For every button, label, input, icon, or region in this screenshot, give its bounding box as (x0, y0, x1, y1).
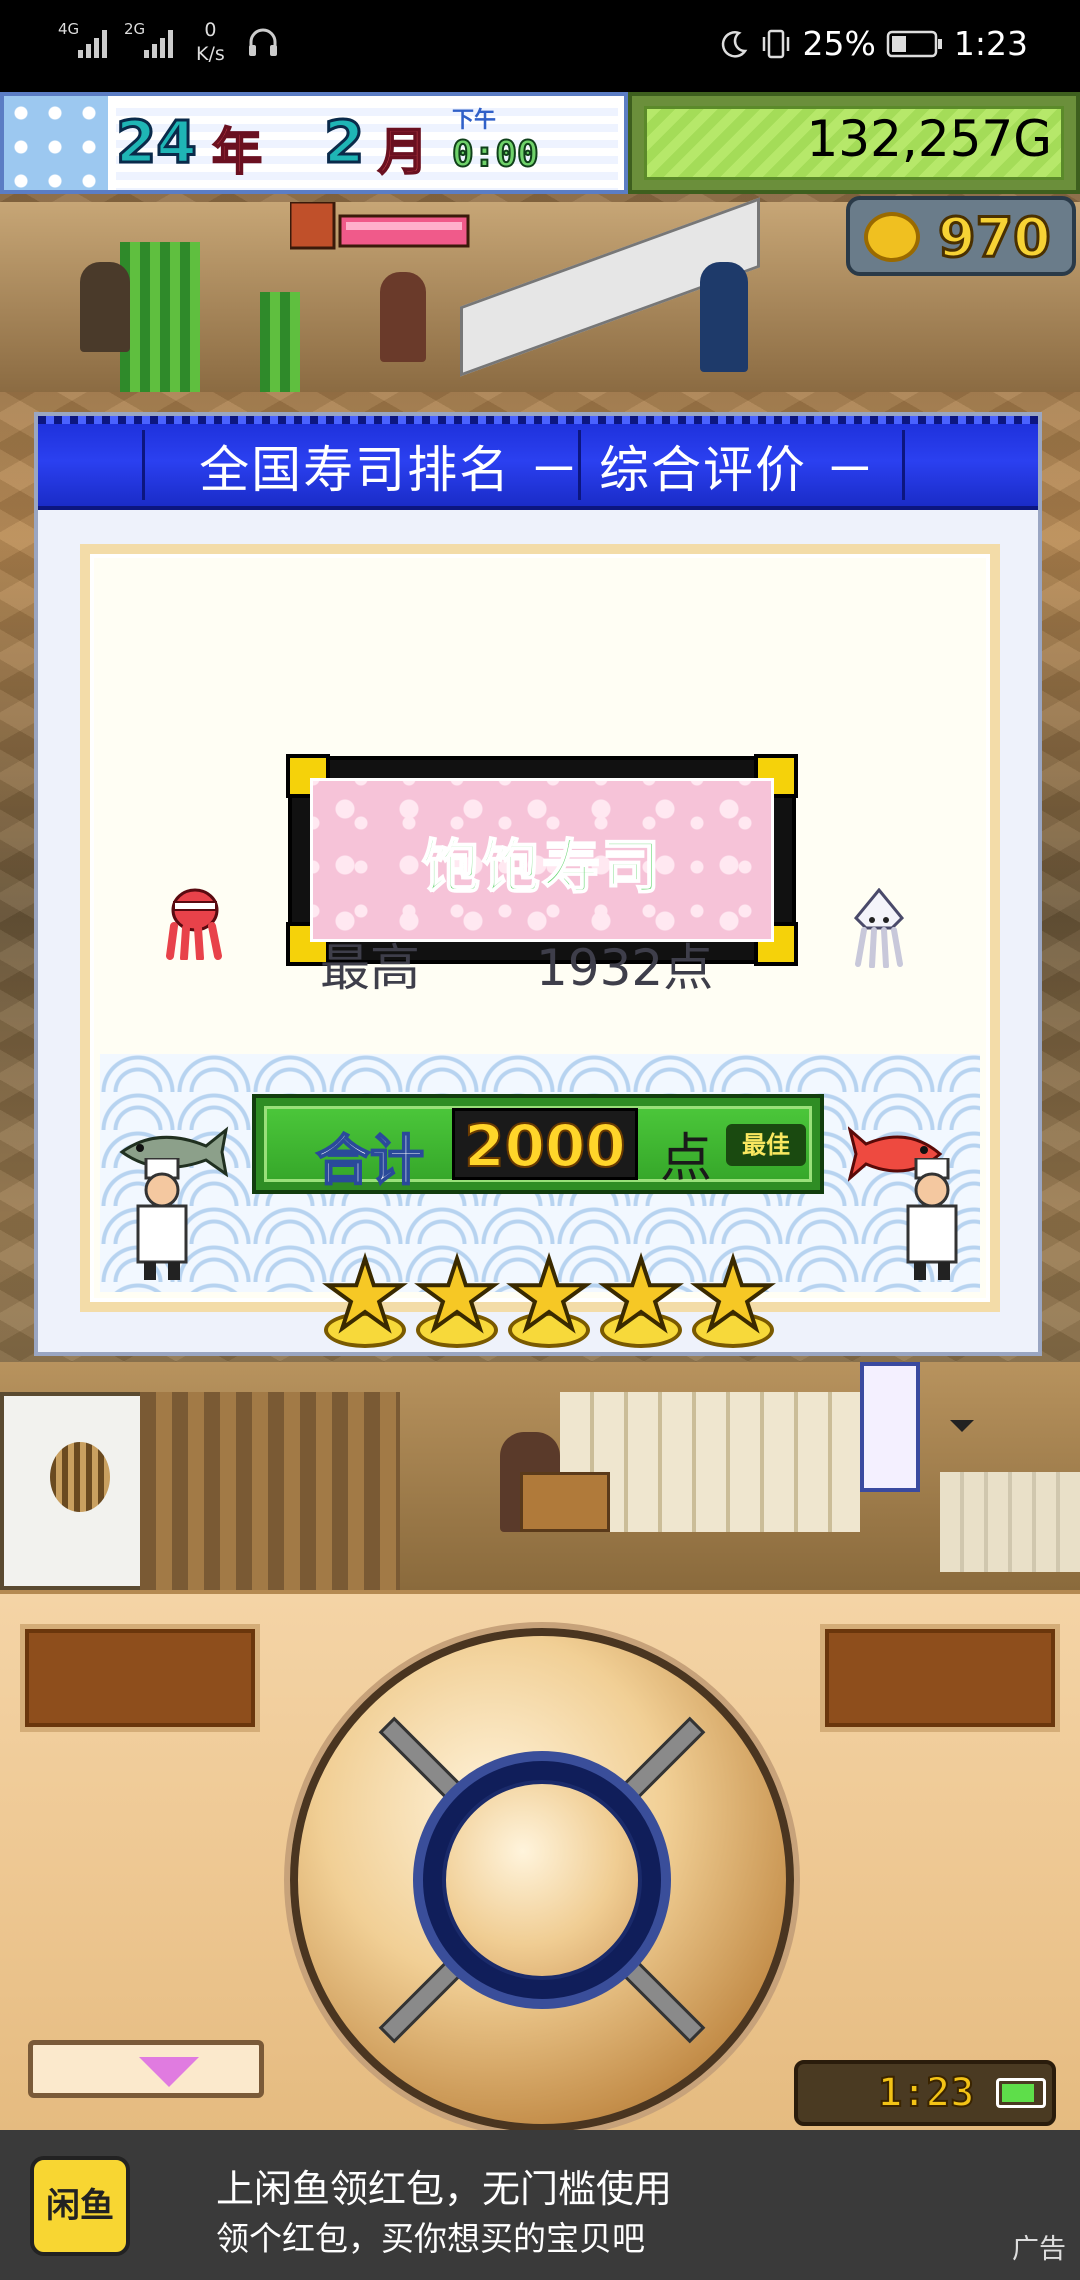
star-glyph: ★ (504, 1239, 594, 1351)
left-shoulder-button[interactable] (20, 1624, 260, 1732)
money-panel: 132,257G (628, 92, 1080, 194)
star-glyph: ★ (688, 1239, 778, 1351)
star-icon: ★ (596, 1239, 686, 1352)
shop-name: 饱饱寿司 (421, 832, 662, 902)
goban-table (520, 1472, 610, 1532)
octopus-icon (166, 888, 222, 960)
star-icon: ★ (412, 1239, 502, 1352)
game-clock: 0:00 (451, 133, 540, 176)
battery-icon (886, 30, 942, 57)
gold-coin-icon (864, 212, 920, 262)
star-glyph: ★ (320, 1239, 410, 1351)
customer-character-2 (380, 272, 426, 362)
date-panel: 24 年 2 月 下午 0:00 (0, 92, 628, 194)
shop-banner (860, 1362, 920, 1492)
star-icon: ★ (688, 1239, 778, 1352)
controller-time: 1:23 (877, 2069, 975, 2117)
squid-icon (853, 888, 905, 968)
ad-tag: 广告 (1012, 2234, 1066, 2265)
total-label: 合计 (315, 1128, 425, 1193)
headphones-icon (249, 28, 277, 56)
battery-percent: 25% (802, 24, 876, 63)
best-score-label: 最高 (320, 939, 420, 997)
coin-panel[interactable]: 970 (846, 196, 1076, 276)
continue-arrow-icon[interactable] (950, 1420, 974, 1432)
wooden-fence (140, 1392, 400, 1590)
month-number: 2 (322, 107, 365, 178)
status-right: 25% 1:23 (719, 24, 1028, 63)
triangle-down-icon (139, 2057, 199, 2087)
customer-character (80, 262, 130, 352)
ad-banner[interactable]: 闲鱼 上闲鱼领红包，无门槛使用 领个红包，买你想买的宝贝吧 广告 (0, 2130, 1080, 2280)
time-period: 下午 (452, 108, 497, 133)
month-unit: 月 (377, 122, 429, 182)
dialog-title: 全国寿司排名 － 综合评价 － (199, 441, 877, 499)
chef-character (700, 262, 748, 372)
signal-bars-icon (78, 30, 107, 58)
round-window (50, 1442, 110, 1512)
vibrate-icon (762, 29, 789, 58)
ad-headline: 上闲鱼领红包，无门槛使用 (216, 2167, 673, 2211)
coin-count: 970 (937, 205, 1053, 271)
status-bar: 4G 2G 0 K/s 25% 1:23 (0, 0, 1080, 92)
total-score-bar: 合计 2000 点 最佳 (252, 1094, 824, 1194)
directional-pad[interactable] (290, 1628, 794, 2132)
menu-toggle-button[interactable] (28, 2040, 264, 2098)
status-time: 1:23 (953, 24, 1028, 63)
year-number: 24 (115, 107, 199, 178)
star-glyph: ★ (412, 1239, 502, 1351)
best-badge: 最佳 (726, 1124, 806, 1166)
chef-right-icon (906, 1158, 958, 1280)
confirm-button[interactable] (442, 1780, 642, 1980)
total-unit: 点 (660, 1129, 713, 1189)
money-value: 132,257G (806, 110, 1052, 168)
year-unit: 年 (211, 122, 263, 182)
total-value: 2000 (452, 1108, 638, 1181)
dialog-title-bar: 全国寿司排名 － 综合评价 － (38, 416, 1038, 510)
kitchen-counter (940, 1472, 1080, 1572)
moon-icon (721, 30, 747, 58)
star-glyph: ★ (596, 1239, 686, 1351)
net-speed: 0 K/s (196, 18, 225, 66)
chef-stamina-gauge (290, 202, 470, 250)
chef-left-icon (136, 1158, 188, 1280)
bamboo-decoration-2 (260, 292, 300, 392)
title-bar-trim (38, 416, 1038, 424)
controller-clock: 1:23 (794, 2060, 1056, 2126)
net-speed-unit: K/s (196, 43, 225, 65)
date-display: 24 年 2 月 下午 0:00 (115, 100, 618, 190)
signal-bars-2-icon (144, 30, 173, 58)
game-screen[interactable]: 24 年 2 月 下午 0:00 132,257G 970 全国寿司排名 － 综… (0, 92, 1080, 1590)
star-icon: ★ (320, 1239, 410, 1352)
best-score-value: 1932点 (536, 939, 714, 997)
battery-icon (996, 2078, 1046, 2108)
winter-snowflake-icon (4, 96, 108, 190)
virtual-controller: 1:23 (0, 1590, 1080, 2132)
bamboo-decoration (120, 242, 200, 392)
xianyu-logo: 闲鱼 (30, 2156, 130, 2256)
net-speed-value: 0 (204, 19, 217, 41)
ad-subline: 领个红包，买你想买的宝贝吧 (216, 2219, 645, 2258)
right-shoulder-button[interactable] (820, 1624, 1060, 1732)
star-icon: ★ (504, 1239, 594, 1352)
